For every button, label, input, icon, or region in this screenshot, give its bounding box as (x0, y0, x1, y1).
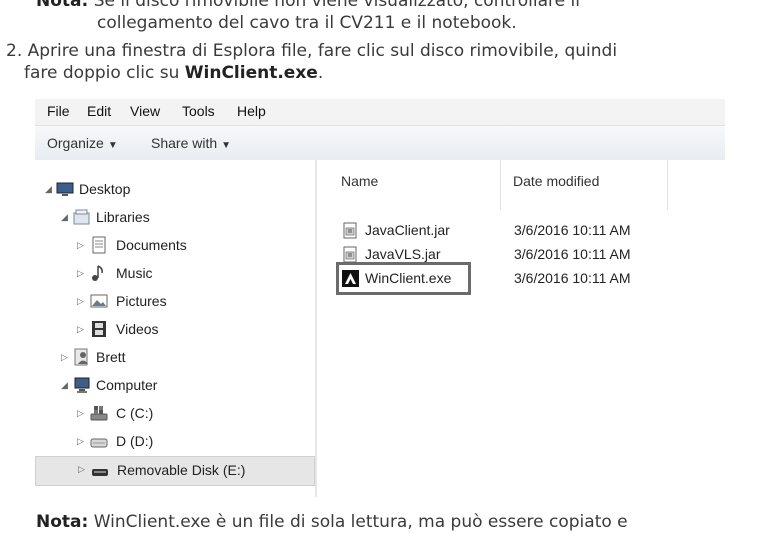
tree-item-documents[interactable]: ▷ Documents (37, 233, 297, 259)
tree-label: Pictures (116, 293, 167, 309)
tree-label: Removable Disk (E:) (117, 462, 246, 478)
highlight-box (336, 262, 471, 295)
note-label: Nota: (36, 0, 89, 11)
menu-file[interactable]: File (47, 103, 70, 119)
file-row[interactable]: JavaClient.jar 3/6/2016 10:11 AM (342, 220, 702, 242)
tree-item-videos[interactable]: ▷ Videos (37, 317, 297, 343)
file-date: 3/6/2016 10:11 AM (514, 270, 631, 286)
drive-c-icon (90, 404, 108, 422)
note-label: Nota: (36, 512, 89, 532)
step-2-line2: fare doppio clic su (24, 63, 185, 83)
collapsed-arrow-icon[interactable]: ▷ (78, 464, 88, 475)
share-with-button[interactable]: Share with ▼ (151, 135, 231, 151)
expanded-arrow-icon[interactable]: ◢ (45, 184, 55, 195)
tree-label: Desktop (79, 181, 131, 197)
chevron-down-icon: ▼ (221, 140, 232, 151)
videos-icon (90, 320, 108, 338)
drive-icon (90, 432, 108, 450)
documents-icon (90, 236, 108, 254)
explorer-window: File Edit View Tools Help Organize ▼ Shar… (35, 99, 725, 497)
step-2-period: . (317, 63, 324, 83)
tree-label: Music (116, 265, 153, 281)
column-divider[interactable] (667, 160, 668, 210)
file-name: JavaClient.jar (365, 222, 450, 238)
collapsed-arrow-icon[interactable]: ▷ (77, 324, 87, 335)
collapsed-arrow-icon[interactable]: ▷ (77, 408, 87, 419)
file-list-pane: Name Date modified JavaClient.jar 3/6/20… (317, 160, 725, 497)
file-name: JavaVLS.jar (365, 246, 441, 262)
tree-item-desktop[interactable]: ◢ Desktop (37, 177, 297, 203)
collapsed-arrow-icon[interactable]: ▷ (77, 296, 87, 307)
tree-item-computer[interactable]: ◢ Computer (37, 373, 297, 399)
collapsed-arrow-icon[interactable]: ▷ (61, 352, 71, 363)
column-header-date[interactable]: Date modified (513, 173, 599, 189)
tree-item-drive-d[interactable]: ▷ D (D:) (37, 429, 297, 455)
tree-item-pictures[interactable]: ▷ Pictures (37, 289, 297, 315)
pictures-icon (90, 292, 108, 310)
libraries-icon (73, 208, 91, 226)
tree-item-music[interactable]: ▷ Music (37, 261, 297, 287)
step-2-filename: WinClient.exe (184, 63, 318, 83)
music-icon (90, 264, 108, 282)
user-icon (73, 348, 91, 366)
share-with-label: Share with (151, 135, 218, 151)
chevron-down-icon: ▼ (107, 140, 118, 151)
tree-label: C (C:) (116, 405, 154, 421)
note-text-line2: collegamento del cavo tra il CV211 e il … (97, 13, 517, 33)
collapsed-arrow-icon[interactable]: ▷ (77, 240, 87, 251)
file-date: 3/6/2016 10:11 AM (514, 222, 631, 238)
expanded-arrow-icon[interactable]: ◢ (61, 380, 71, 391)
menu-view[interactable]: View (130, 103, 160, 119)
step-2-line1: 2. Aprire una finestra di Esplora file, … (6, 41, 618, 61)
removable-disk-icon (91, 461, 109, 479)
navigation-pane: ◢ Desktop ◢ Libraries ▷ Documents ▷ Musi… (35, 160, 315, 497)
collapsed-arrow-icon[interactable]: ▷ (77, 268, 87, 279)
column-divider[interactable] (500, 160, 501, 210)
expanded-arrow-icon[interactable]: ◢ (61, 212, 71, 223)
tree-label: D (D:) (116, 433, 154, 449)
menu-bar: File Edit View Tools Help (35, 99, 725, 125)
desktop-icon (56, 180, 74, 198)
tree-item-removable-disk[interactable]: ▷ Removable Disk (E:) (35, 456, 315, 486)
command-bar: Organize ▼ Share with ▼ (35, 125, 725, 161)
menu-tools[interactable]: Tools (182, 103, 215, 119)
tree-label: Brett (96, 349, 126, 365)
collapsed-arrow-icon[interactable]: ▷ (77, 436, 87, 447)
tree-label: Libraries (96, 209, 150, 225)
tree-label: Documents (116, 237, 187, 253)
jar-file-icon (342, 222, 359, 239)
tree-label: Computer (96, 377, 158, 393)
note-text: WinClient.exe è un file di sola lettura,… (88, 512, 628, 532)
note-text-line1: Se il disco rimovibile non viene visuali… (88, 0, 580, 11)
menu-help[interactable]: Help (237, 103, 266, 119)
jar-file-icon (342, 246, 359, 263)
computer-icon (73, 376, 91, 394)
organize-button[interactable]: Organize ▼ (47, 135, 118, 151)
tree-item-drive-c[interactable]: ▷ C (C:) (37, 401, 297, 427)
tree-item-brett[interactable]: ▷ Brett (37, 345, 297, 371)
tree-label: Videos (116, 321, 159, 337)
file-date: 3/6/2016 10:11 AM (514, 246, 631, 262)
column-header-name[interactable]: Name (341, 173, 378, 189)
organize-label: Organize (47, 135, 104, 151)
menu-edit[interactable]: Edit (87, 103, 111, 119)
tree-item-libraries[interactable]: ◢ Libraries (37, 205, 297, 231)
